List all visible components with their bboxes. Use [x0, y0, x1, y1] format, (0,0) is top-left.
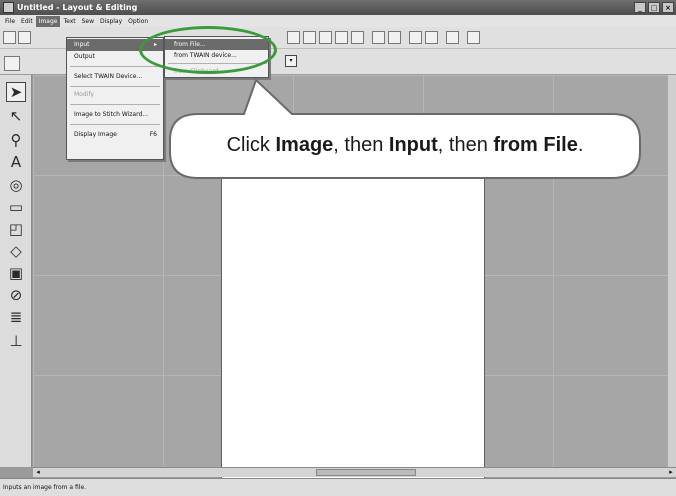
- callout-bubble: [169, 78, 641, 179]
- callout-instruction: Click Image, then Input, then from File.: [226, 133, 584, 156]
